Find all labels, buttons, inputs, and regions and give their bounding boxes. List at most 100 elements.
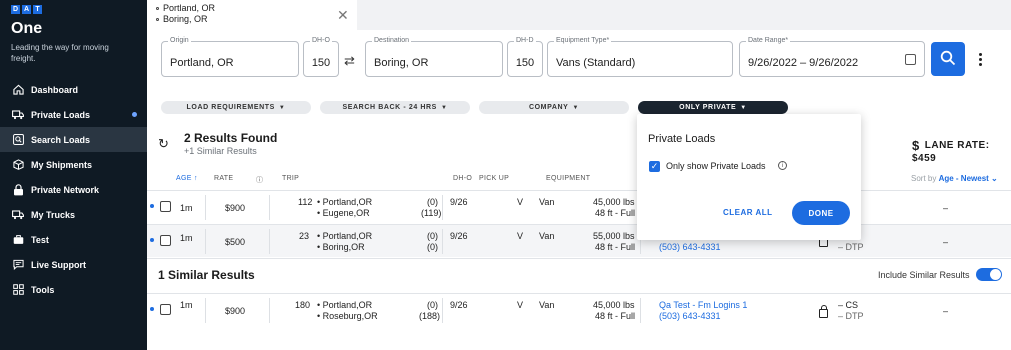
refresh-icon[interactable]: ↻ bbox=[158, 136, 169, 152]
home-icon bbox=[12, 84, 24, 96]
divider bbox=[269, 229, 270, 254]
search-tab[interactable]: Portland, OR Boring, OR ✕ bbox=[147, 0, 357, 30]
row-destination-text: Roseburg,OR bbox=[322, 311, 378, 321]
row-phone[interactable]: (503) 643-4331 bbox=[659, 242, 721, 252]
only-private-label[interactable]: Only show Private Loads bbox=[666, 161, 766, 171]
private-loads-popover: Private Loads ✓ Only show Private Loads … bbox=[637, 114, 861, 240]
sidebar-item-private-network[interactable]: Private Network bbox=[0, 177, 147, 202]
filter-label: COMPANY bbox=[528, 104, 569, 111]
sidebar-item-label: Search Loads bbox=[31, 134, 91, 145]
company-filter[interactable]: COMPANY ▼ bbox=[479, 101, 629, 114]
row-origin-text: Portland,OR bbox=[322, 300, 373, 310]
row-last: – bbox=[943, 237, 949, 247]
more-options-icon[interactable] bbox=[979, 53, 983, 66]
search-tab-bar: Portland, OR Boring, OR ✕ bbox=[147, 0, 1011, 30]
row-origin: • Portland,OR bbox=[317, 231, 373, 241]
sidebar-item-search-loads[interactable]: Search Loads bbox=[0, 127, 147, 152]
lock-icon bbox=[819, 305, 828, 318]
close-tab-icon[interactable]: ✕ bbox=[337, 8, 349, 22]
row-dh-d: (119) bbox=[421, 208, 442, 218]
date-range-field[interactable]: Date Range* 9/26/2022 – 9/26/2022 bbox=[739, 37, 925, 77]
sidebar-item-private-loads[interactable]: Private Loads bbox=[0, 102, 147, 127]
origin-field[interactable]: Origin Portland, OR bbox=[161, 37, 299, 77]
sidebar-item-test[interactable]: Test bbox=[0, 227, 147, 252]
divider bbox=[442, 229, 443, 254]
dho-field[interactable]: DH-O 150 bbox=[303, 37, 339, 77]
calendar-icon[interactable] bbox=[905, 54, 916, 65]
info-icon[interactable]: ⓘ bbox=[256, 175, 263, 185]
origin-bullet-icon bbox=[156, 7, 159, 11]
row-phone[interactable]: (503) 643-4331 bbox=[659, 311, 721, 321]
row-checkbox[interactable] bbox=[160, 304, 171, 315]
row-destination: • Boring,OR bbox=[317, 242, 365, 252]
row-dtp: – DTP bbox=[838, 311, 864, 321]
sidebar-item-my-trucks[interactable]: My Trucks bbox=[0, 202, 147, 227]
row-equipment: Van bbox=[539, 197, 555, 207]
row-dtp: – DTP bbox=[838, 242, 864, 252]
table-row[interactable]: 1m $900 180 • Portland,OR • Roseburg,OR … bbox=[147, 293, 1011, 326]
include-similar-toggle[interactable] bbox=[976, 268, 1002, 281]
equipment-value: Vans (Standard) bbox=[556, 57, 636, 69]
sidebar-item-tools[interactable]: Tools bbox=[0, 277, 147, 302]
sidebar-item-label: Private Network bbox=[31, 184, 100, 195]
column-age[interactable]: AGE ↑ bbox=[176, 175, 198, 182]
row-destination: • Roseburg,OR bbox=[317, 311, 378, 321]
column-rate[interactable]: RATE bbox=[214, 175, 233, 182]
sidebar-item-dashboard[interactable]: Dashboard bbox=[0, 77, 147, 102]
row-weight: 45,000 lbs bbox=[593, 197, 635, 207]
row-checkbox[interactable] bbox=[160, 235, 171, 246]
info-icon[interactable]: i bbox=[778, 161, 787, 170]
table-row[interactable]: 1m $900 112 • Portland,OR • Eugene,OR (0… bbox=[147, 190, 1011, 223]
sidebar: D A T One Leading the way for moving fre… bbox=[0, 0, 147, 350]
column-dho[interactable]: DH-O bbox=[453, 175, 472, 182]
logo-letter-t: T bbox=[33, 5, 42, 14]
new-indicator-dot bbox=[150, 238, 154, 242]
filter-label: ONLY PRIVATE bbox=[679, 104, 737, 111]
filter-label: SEARCH BACK - 24 HRS bbox=[342, 104, 437, 111]
column-equipment[interactable]: EQUIPMENT bbox=[546, 175, 590, 182]
sidebar-item-label: My Shipments bbox=[31, 159, 93, 170]
row-dh-d: (0) bbox=[427, 242, 438, 252]
briefcase-icon bbox=[12, 234, 24, 246]
row-rate: $500 bbox=[225, 237, 246, 247]
row-weight: 45,000 lbs bbox=[593, 300, 635, 310]
row-origin-text: Portland,OR bbox=[322, 197, 373, 207]
clear-all-button[interactable]: CLEAR ALL bbox=[723, 208, 773, 217]
row-company[interactable]: Qa Test - Fm Logins 1 bbox=[659, 300, 747, 310]
dhd-value: 150 bbox=[515, 57, 535, 69]
column-label: AGE bbox=[176, 175, 192, 182]
column-trip[interactable]: TRIP bbox=[282, 175, 299, 182]
destination-field[interactable]: Destination Boring, OR bbox=[365, 37, 503, 77]
only-private-checkbox[interactable]: ✓ bbox=[649, 161, 660, 172]
row-trip: 112 bbox=[298, 197, 313, 207]
search-button[interactable] bbox=[931, 42, 965, 76]
load-requirements-filter[interactable]: LOAD REQUIREMENTS ▼ bbox=[161, 101, 311, 114]
swap-icon[interactable]: ⇄ bbox=[344, 53, 355, 69]
row-destination: • Eugene,OR bbox=[317, 208, 370, 218]
equipment-type-field[interactable]: Equipment Type* Vans (Standard) bbox=[547, 37, 733, 77]
row-length: 48 ft - Full bbox=[595, 242, 636, 252]
dat-logo[interactable]: D A T bbox=[11, 5, 42, 14]
truck-icon bbox=[12, 109, 24, 121]
tab-origin-line: Portland, OR bbox=[156, 3, 215, 13]
popover-title: Private Loads bbox=[648, 133, 716, 145]
row-checkbox[interactable] bbox=[160, 201, 171, 212]
search-back-filter[interactable]: SEARCH BACK - 24 HRS ▼ bbox=[320, 101, 470, 114]
row-pickup: 9/26 bbox=[450, 300, 468, 310]
done-button[interactable]: DONE bbox=[792, 201, 850, 225]
table-row[interactable]: 1m $500 23 • Portland,OR • Boring,OR (0)… bbox=[147, 224, 1011, 257]
sidebar-item-my-shipments[interactable]: My Shipments bbox=[0, 152, 147, 177]
dho-label: DH-O bbox=[310, 37, 332, 44]
truck-icon bbox=[12, 209, 24, 221]
search-icon bbox=[12, 134, 24, 146]
only-private-filter[interactable]: ONLY PRIVATE ▼ bbox=[638, 101, 788, 114]
dhd-field[interactable]: DH-D 150 bbox=[507, 37, 543, 77]
dho-value: 150 bbox=[311, 57, 331, 69]
divider bbox=[442, 298, 443, 323]
column-pickup[interactable]: PICK UP bbox=[479, 175, 509, 182]
sidebar-item-live-support[interactable]: Live Support bbox=[0, 252, 147, 277]
sort-dropdown[interactable]: Sort by Age - Newest ⌄ bbox=[911, 174, 998, 183]
row-cs: – CS bbox=[838, 300, 859, 310]
lane-rate-text: LANE RATE: $459 bbox=[912, 140, 990, 164]
row-trip: 180 bbox=[295, 300, 311, 310]
